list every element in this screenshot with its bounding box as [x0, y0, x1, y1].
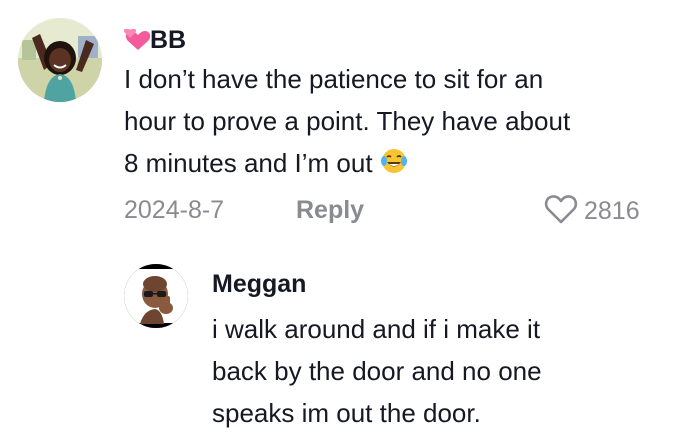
comment-text-line: speaks im out the door.	[212, 398, 481, 428]
two-hearts-icon	[123, 28, 151, 58]
comment-item: BB I don’t have the patience to sit for …	[0, 0, 682, 240]
comment-date: 2024-8-7	[124, 196, 225, 224]
comment-text-line: hour to prove a point. They have about	[124, 106, 571, 136]
memoji-sunglasses-avatar-icon	[124, 264, 188, 328]
comment-text-segment: 8 minutes and I’m out	[124, 148, 373, 178]
comment-username[interactable]: BB	[123, 26, 187, 58]
comment-text: i walk around and if i make it back by t…	[212, 308, 672, 434]
comment-text-line: i walk around and if i make it	[212, 314, 541, 344]
comment-username[interactable]: Meggan	[212, 270, 306, 299]
like-count: 2816	[584, 197, 640, 225]
reply-button[interactable]: Reply	[296, 196, 364, 225]
like-button[interactable]: 2816	[544, 194, 640, 229]
reply-comment-item: Meggan i walk around and if i make it ba…	[0, 240, 682, 438]
woman-celebrating-avatar-icon	[18, 18, 102, 102]
user-avatar[interactable]	[124, 264, 188, 328]
comment-text-line: 8 minutes and I’m out	[124, 142, 664, 187]
comment-text-line: I don’t have the patience to sit for an	[124, 64, 544, 94]
user-avatar[interactable]	[18, 18, 102, 102]
comment-text-line: back by the door and no one	[212, 356, 542, 386]
username-text: BB	[150, 26, 187, 54]
heart-outline-icon	[544, 194, 578, 229]
laughing-tears-emoji-icon	[380, 145, 408, 187]
comment-text: I don’t have the patience to sit for an …	[124, 58, 664, 187]
